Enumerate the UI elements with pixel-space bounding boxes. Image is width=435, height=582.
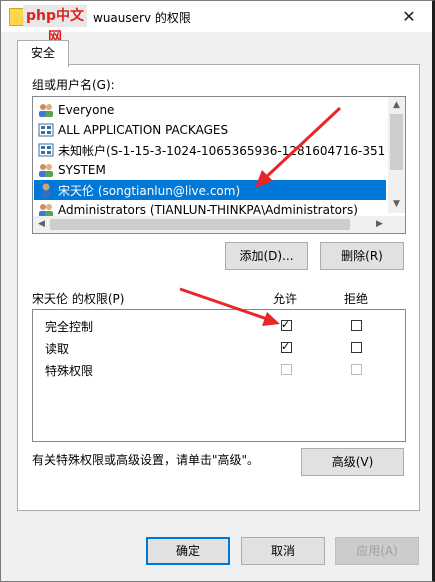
close-icon: ✕ bbox=[402, 7, 416, 26]
permission-row-full-control: 完全控制 ✓ bbox=[33, 315, 405, 337]
group-name: Everyone bbox=[58, 103, 115, 117]
scroll-right-icon[interactable]: ▶ bbox=[371, 216, 388, 233]
watermark-logo: php中文网 bbox=[23, 5, 87, 46]
permission-row-special: 特殊权限 bbox=[33, 359, 405, 381]
remove-button[interactable]: 删除(R) bbox=[320, 242, 404, 270]
deny-checkbox-disabled bbox=[351, 364, 362, 375]
scroll-thumb[interactable] bbox=[50, 219, 350, 230]
permissions-label: 宋天伦 的权限(P) bbox=[32, 292, 125, 306]
groups-listbox[interactable]: Everyone ALL APPLICATION PACKAGES 未知帐户(S… bbox=[32, 96, 406, 234]
horizontal-scrollbar[interactable]: ◀ ▶ bbox=[33, 216, 405, 233]
advanced-button[interactable]: 高级(V) bbox=[301, 448, 404, 476]
permissions-dialog: wuauserv 的权限 php中文网 ✕ 安全 组或用户名(G): Every… bbox=[0, 0, 435, 582]
ok-button[interactable]: 确定 bbox=[146, 537, 230, 565]
list-item[interactable]: SYSTEM bbox=[34, 160, 386, 180]
group-name: 未知帐户(S-1-15-3-1024-1065365936-1281604716… bbox=[58, 143, 386, 158]
apply-button[interactable]: 应用(A) bbox=[335, 537, 419, 565]
permission-name: 完全控制 bbox=[45, 320, 94, 334]
scroll-down-icon[interactable]: ▼ bbox=[388, 196, 405, 213]
cancel-button[interactable]: 取消 bbox=[241, 537, 325, 565]
vertical-scrollbar[interactable]: ▲ ▼ bbox=[388, 97, 405, 213]
advanced-hint: 有关特殊权限或高级设置，请单击"高级"。 bbox=[32, 453, 260, 467]
tab-strip: 安全 bbox=[1, 32, 432, 67]
scroll-thumb[interactable] bbox=[390, 114, 403, 170]
tab-security[interactable]: 安全 bbox=[17, 40, 69, 67]
list-item[interactable]: 未知帐户(S-1-15-3-1024-1065365936-1281604716… bbox=[34, 140, 386, 160]
permissions-list: 完全控制 ✓ 读取 ✓ 特殊权限 bbox=[32, 309, 406, 442]
allow-checkbox[interactable]: ✓ bbox=[281, 340, 292, 353]
check-icon: ✓ bbox=[281, 318, 291, 331]
permission-name: 特殊权限 bbox=[45, 364, 94, 378]
unknown-account-icon bbox=[38, 142, 54, 158]
title-bar: wuauserv 的权限 php中文网 ✕ bbox=[1, 1, 432, 46]
permission-row-read: 读取 ✓ bbox=[33, 337, 405, 359]
allow-header: 允许 bbox=[273, 292, 298, 306]
users-group-icon bbox=[38, 162, 54, 178]
scroll-left-icon[interactable]: ◀ bbox=[33, 216, 50, 233]
user-icon bbox=[38, 182, 54, 198]
add-button[interactable]: 添加(D)... bbox=[225, 242, 308, 270]
users-group-icon bbox=[38, 102, 54, 118]
app-packages-icon bbox=[38, 122, 54, 138]
allow-checkbox-disabled bbox=[281, 364, 292, 375]
group-name: SYSTEM bbox=[58, 163, 106, 177]
window-title: wuauserv 的权限 bbox=[93, 11, 191, 25]
permission-name: 读取 bbox=[45, 342, 70, 356]
group-name: 宋天伦 (songtianlun@live.com) bbox=[58, 183, 241, 198]
group-name: Administrators (TIANLUN-THINKPA\Administ… bbox=[58, 203, 358, 217]
list-item-selected[interactable]: 宋天伦 (songtianlun@live.com) bbox=[34, 180, 386, 200]
list-item[interactable]: ALL APPLICATION PACKAGES bbox=[34, 120, 386, 140]
allow-checkbox[interactable]: ✓ bbox=[281, 318, 292, 331]
close-button[interactable]: ✕ bbox=[386, 1, 432, 32]
deny-checkbox[interactable] bbox=[351, 342, 362, 353]
groups-label: 组或用户名(G): bbox=[32, 78, 115, 92]
check-icon: ✓ bbox=[281, 340, 291, 353]
group-name: ALL APPLICATION PACKAGES bbox=[58, 123, 229, 137]
security-panel: 组或用户名(G): Everyone ALL APPLICATION PACKA… bbox=[17, 64, 420, 511]
list-item[interactable]: Everyone bbox=[34, 100, 386, 120]
deny-header: 拒绝 bbox=[344, 292, 369, 306]
scroll-up-icon[interactable]: ▲ bbox=[388, 97, 405, 114]
deny-checkbox[interactable] bbox=[351, 320, 362, 331]
